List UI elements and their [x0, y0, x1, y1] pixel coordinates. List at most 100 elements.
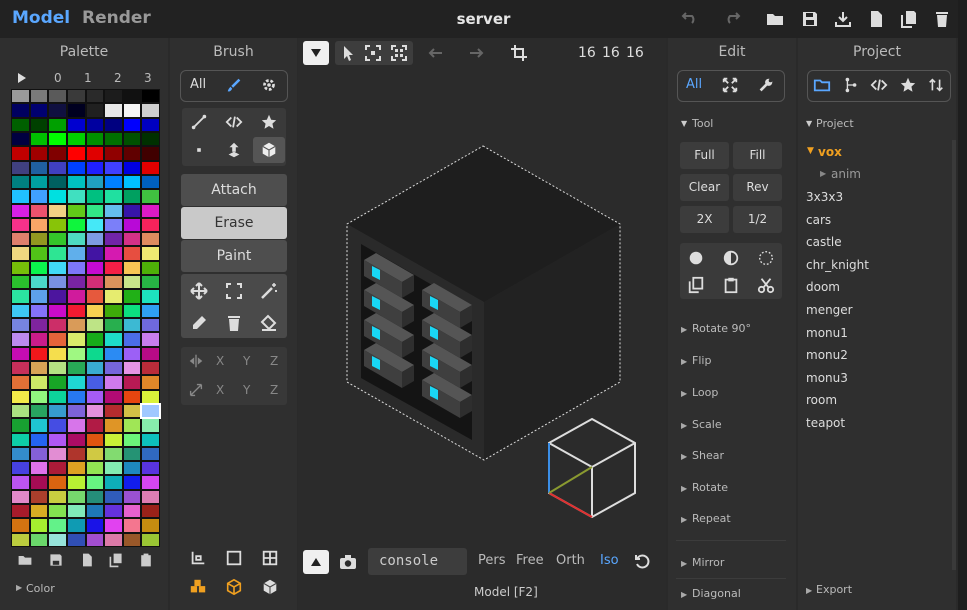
palette-swatch[interactable]: [86, 290, 104, 303]
palette-swatch[interactable]: [12, 118, 29, 131]
palette-swatch[interactable]: [12, 533, 29, 546]
palette-swatch[interactable]: [86, 376, 104, 389]
palette-swatch[interactable]: [49, 376, 66, 389]
brush-filter-all[interactable]: All: [190, 77, 206, 92]
palette-swatch[interactable]: [105, 433, 122, 446]
palette-swatch[interactable]: [142, 204, 159, 217]
palette-swatch[interactable]: [30, 404, 48, 418]
palette-swatch[interactable]: [86, 104, 104, 117]
palette-swatch[interactable]: [105, 361, 122, 375]
palette-swatch[interactable]: [67, 347, 85, 360]
palette-swatch[interactable]: [123, 519, 141, 532]
palette-swatch[interactable]: [86, 132, 104, 146]
project-item[interactable]: doom: [806, 280, 840, 294]
palette-swatch[interactable]: [86, 261, 104, 275]
vox-folder[interactable]: vox: [818, 145, 842, 159]
palette-swatch[interactable]: [86, 319, 104, 332]
branch-icon[interactable]: [842, 76, 860, 94]
palette-swatch[interactable]: [123, 319, 141, 332]
project-section-arrow[interactable]: ▼: [806, 119, 812, 128]
palette-swatch[interactable]: [142, 261, 159, 275]
palette-swatch[interactable]: [30, 276, 48, 289]
fill-button[interactable]: Fill: [733, 142, 782, 169]
palette-swatch[interactable]: [67, 90, 85, 103]
redo-icon[interactable]: [722, 9, 742, 29]
palette-swatch[interactable]: [49, 247, 66, 260]
sort-icon[interactable]: [927, 76, 945, 94]
palette-swatch[interactable]: [86, 118, 104, 131]
project-item[interactable]: cars: [806, 213, 831, 227]
palette-swatch[interactable]: [49, 319, 66, 332]
project-item[interactable]: monu2: [806, 348, 848, 362]
palette-swatch[interactable]: [30, 304, 48, 317]
palette-swatch[interactable]: [142, 147, 159, 160]
palette-swatch[interactable]: [12, 476, 29, 489]
palette-swatch[interactable]: [67, 361, 85, 375]
palette-swatch[interactable]: [67, 290, 85, 303]
palette-swatch[interactable]: [30, 447, 48, 461]
palette-swatch[interactable]: [142, 433, 159, 446]
palette-swatch[interactable]: [49, 175, 66, 189]
edit-section-8[interactable]: Diagonal: [692, 587, 741, 600]
mode-model-tab[interactable]: Model: [12, 8, 70, 28]
palette-swatch[interactable]: [67, 204, 85, 217]
palette-swatch[interactable]: [142, 233, 159, 246]
camera-icon[interactable]: [338, 552, 358, 572]
palette-swatch[interactable]: [67, 519, 85, 532]
palette-swatch[interactable]: [12, 204, 29, 217]
export-section-label[interactable]: Export: [816, 583, 852, 596]
palette-swatch[interactable]: [67, 161, 85, 174]
palette-swatch[interactable]: [105, 462, 122, 475]
palette-swatch[interactable]: [86, 218, 104, 232]
palette-swatch[interactable]: [67, 276, 85, 289]
solid-circle-icon[interactable]: [687, 249, 705, 267]
palette-swatch[interactable]: [49, 204, 66, 217]
palette-swatch[interactable]: [67, 533, 85, 546]
palette-swatch[interactable]: [142, 347, 159, 360]
palette-swatch[interactable]: [67, 419, 85, 432]
palette-swatch[interactable]: [86, 276, 104, 289]
palette-swatch[interactable]: [67, 218, 85, 232]
favorite-star-icon[interactable]: [899, 76, 917, 94]
anim-folder[interactable]: anim: [831, 167, 861, 181]
palette-swatch[interactable]: [67, 376, 85, 389]
palette-swatch[interactable]: [123, 247, 141, 260]
palette-swatch[interactable]: [105, 290, 122, 303]
settings-gear-icon[interactable]: [260, 76, 278, 94]
color-palette-grid[interactable]: [11, 89, 161, 547]
palette-swatch[interactable]: [142, 247, 159, 260]
palette-swatch[interactable]: [49, 276, 66, 289]
edit-section-0[interactable]: Rotate 90°: [692, 322, 751, 335]
palette-swatch[interactable]: [67, 462, 85, 475]
palette-swatch[interactable]: [30, 161, 48, 174]
mode-render-tab[interactable]: Render: [82, 8, 151, 28]
palette-swatch[interactable]: [142, 190, 159, 203]
palette-swatch[interactable]: [142, 533, 159, 546]
palette-swatch[interactable]: [12, 333, 29, 346]
rev-button[interactable]: Rev: [733, 174, 782, 201]
palette-swatch[interactable]: [49, 118, 66, 131]
palette-swatch[interactable]: [123, 404, 141, 418]
palette-swatch[interactable]: [49, 533, 66, 546]
palette-swatch[interactable]: [12, 304, 29, 317]
code-brush-icon[interactable]: [225, 113, 243, 131]
palette-swatch[interactable]: [142, 132, 159, 146]
palette-swatch[interactable]: [123, 447, 141, 461]
edit-section-3[interactable]: Scale: [692, 418, 722, 431]
palette-swatch[interactable]: [142, 390, 159, 403]
half-circle-icon[interactable]: [722, 249, 740, 267]
palette-swatch[interactable]: [105, 132, 122, 146]
palette-swatch[interactable]: [30, 218, 48, 232]
palette-swatch[interactable]: [105, 376, 122, 389]
palette-swatch[interactable]: [123, 147, 141, 160]
pointer-icon[interactable]: [338, 43, 358, 63]
diag-x-toggle[interactable]: X: [216, 383, 224, 397]
palette-swatch[interactable]: [105, 347, 122, 360]
palette-swatch[interactable]: [86, 361, 104, 375]
clear-button[interactable]: Clear: [680, 174, 729, 201]
wrench-icon[interactable]: [757, 76, 775, 94]
palette-swatch[interactable]: [67, 104, 85, 117]
palette-swatch[interactable]: [49, 233, 66, 246]
palette-swatch[interactable]: [123, 175, 141, 189]
palette-swatch[interactable]: [86, 404, 104, 418]
